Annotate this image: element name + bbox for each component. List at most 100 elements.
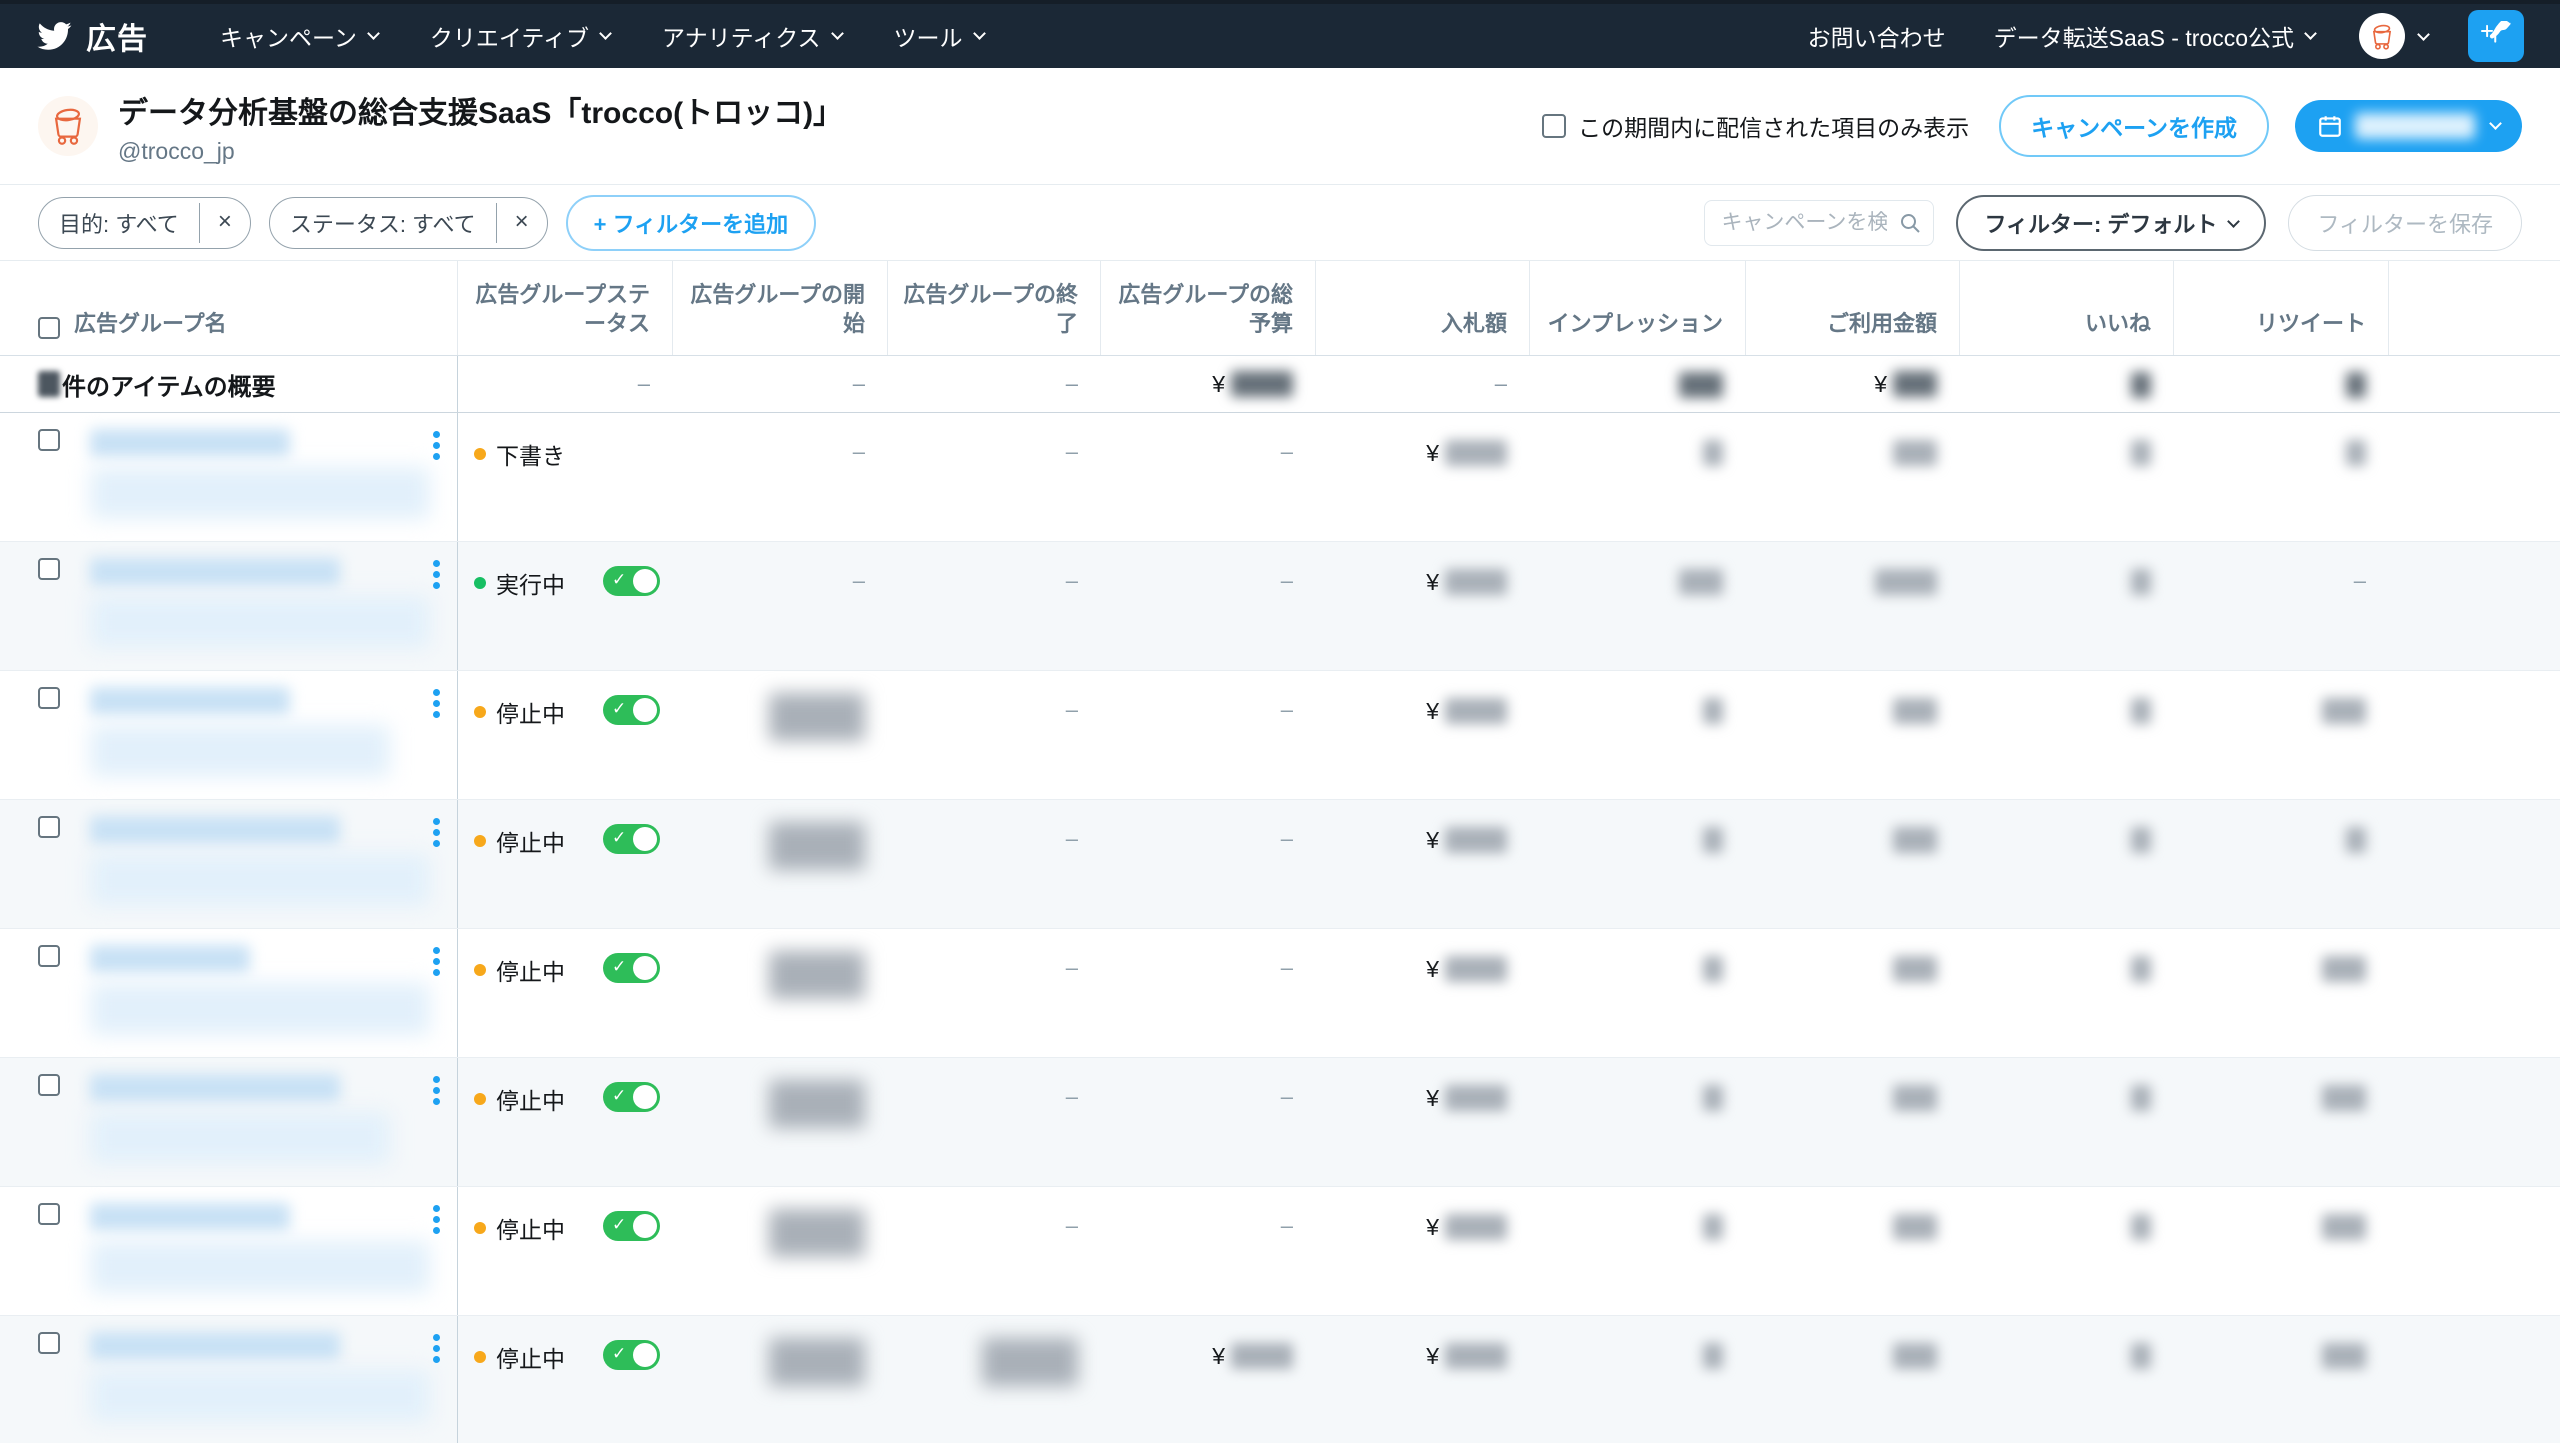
chevron-down-icon <box>973 27 986 40</box>
ad-group-name-redacted[interactable] <box>90 1203 407 1293</box>
row-checkbox[interactable] <box>38 1203 60 1225</box>
row-checkbox[interactable] <box>38 558 60 580</box>
row-checkbox[interactable] <box>38 687 60 709</box>
nav-item-label: お問い合わせ <box>1808 19 1946 53</box>
cell-name <box>0 1187 457 1315</box>
column-header-label: 広告グループステータス <box>468 280 650 339</box>
status-toggle[interactable] <box>603 1082 660 1112</box>
row-menu-button[interactable] <box>433 431 441 464</box>
column-header-end[interactable]: 広告グループの終了 <box>887 261 1100 355</box>
row-menu-button[interactable] <box>433 1205 441 1238</box>
row-menu-button[interactable] <box>433 560 441 593</box>
cell-value-start <box>769 1342 865 1386</box>
nav-item-campaigns[interactable]: キャンペーン <box>220 19 378 53</box>
account-avatar[interactable] <box>38 96 98 156</box>
column-header-status[interactable]: 広告グループステータス <box>457 261 672 355</box>
cell-value-bid: ¥ <box>1426 568 1507 596</box>
table-row: 停止中––¥ <box>0 800 2560 929</box>
cell-value-retweets <box>2346 826 2366 853</box>
row-checkbox[interactable] <box>38 1074 60 1096</box>
status-toggle[interactable] <box>603 566 660 596</box>
cell-spacer <box>2388 1316 2560 1443</box>
cell-value-amount <box>1893 1213 1937 1240</box>
cell-likes <box>1959 800 2173 928</box>
cell-value-impressions <box>1703 439 1723 466</box>
status-toggle[interactable] <box>603 1340 660 1370</box>
column-header-likes[interactable]: いいね <box>1959 261 2173 355</box>
cell-status: 下書き <box>457 413 672 541</box>
column-header-budget[interactable]: 広告グループの総予算 <box>1100 261 1315 355</box>
table-row: 停止中¥¥ <box>0 1316 2560 1443</box>
row-checkbox[interactable] <box>38 945 60 967</box>
row-menu-button[interactable] <box>433 1076 441 1109</box>
column-header-bid[interactable]: 入札額 <box>1315 261 1529 355</box>
ad-group-name-redacted[interactable] <box>90 1074 407 1164</box>
row-checkbox[interactable] <box>38 816 60 838</box>
chevron-down-icon[interactable] <box>2417 28 2430 41</box>
status-toggle[interactable] <box>603 695 660 725</box>
ad-group-name-redacted[interactable] <box>90 429 407 519</box>
ad-group-name-redacted[interactable] <box>90 687 407 777</box>
brand-label[interactable]: 広告 <box>86 14 148 58</box>
filter-chip-label[interactable]: ステータス: すべて <box>270 198 496 248</box>
ad-group-name-redacted[interactable] <box>90 945 407 1035</box>
redacted-value <box>1445 440 1507 466</box>
cell-bid: ¥ <box>1315 929 1529 1057</box>
status-dot-icon <box>474 835 486 847</box>
row-menu-button[interactable] <box>433 689 441 722</box>
nav-account-menu[interactable]: データ転送SaaS - trocco公式 <box>1994 19 2315 53</box>
twitter-bird-icon[interactable] <box>36 18 72 54</box>
create-campaign-button[interactable]: キャンペーンを作成 <box>1999 95 2269 157</box>
row-checkbox[interactable] <box>38 429 60 451</box>
cell-impressions <box>1529 1187 1745 1315</box>
status-toggle[interactable] <box>603 953 660 983</box>
delivered-only-checkbox[interactable] <box>1542 114 1566 138</box>
add-filter-button[interactable]: + フィルターを追加 <box>566 195 817 251</box>
status-toggle[interactable] <box>603 1211 660 1241</box>
status-toggle[interactable] <box>603 824 660 854</box>
filter-chip-label[interactable]: 目的: すべて <box>39 198 199 248</box>
filter-preset-button[interactable]: フィルター: デフォルト <box>1956 195 2266 251</box>
row-menu-button[interactable] <box>433 947 441 980</box>
nav-item-label: アナリティクス <box>662 19 820 53</box>
avatar[interactable] <box>2359 13 2405 59</box>
redacted-value <box>1231 371 1293 397</box>
nav-item-contact[interactable]: お問い合わせ <box>1808 19 1946 53</box>
row-menu-button[interactable] <box>433 818 441 851</box>
save-filter-button[interactable]: フィルターを保存 <box>2288 195 2522 251</box>
column-header-retweets[interactable]: リツイート <box>2173 261 2388 355</box>
ad-group-name-redacted[interactable] <box>90 816 407 906</box>
cell-bid: ¥ <box>1315 1187 1529 1315</box>
table-row: 下書き–––¥ <box>0 413 2560 542</box>
cell-value-amount <box>1893 955 1937 982</box>
column-header-impressions[interactable]: インプレッション <box>1529 261 1745 355</box>
summary-label: 件のアイテムの概要 <box>62 367 276 402</box>
nav-item-analytics[interactable]: アナリティクス <box>662 19 841 53</box>
toggle-knob <box>633 956 657 980</box>
redacted-value <box>1893 956 1937 982</box>
ad-group-name-redacted[interactable] <box>90 1332 407 1422</box>
row-menu-button[interactable] <box>433 1334 441 1367</box>
row-checkbox[interactable] <box>38 1332 60 1354</box>
select-all-checkbox[interactable] <box>38 317 60 339</box>
column-header-start[interactable]: 広告グループの開始 <box>672 261 887 355</box>
redacted-value <box>1703 1214 1723 1240</box>
cell-amount <box>1745 413 1959 541</box>
redacted-value <box>1445 698 1507 724</box>
trocco-cart-icon <box>2367 21 2397 51</box>
table-row: 停止中––¥ <box>0 1187 2560 1316</box>
redacted-value <box>2131 827 2151 853</box>
column-header-name[interactable]: 広告グループ名 <box>0 261 457 355</box>
cell-impressions <box>1529 413 1745 541</box>
kebab-dot-icon <box>433 818 440 825</box>
ad-group-name-redacted[interactable] <box>90 558 407 648</box>
status-label: 下書き <box>496 437 565 471</box>
nav-item-tools[interactable]: ツール <box>894 19 984 53</box>
column-header-amount[interactable]: ご利用金額 <box>1745 261 1959 355</box>
nav-item-creatives[interactable]: クリエイティブ <box>430 19 610 53</box>
toggle-knob <box>633 1085 657 1109</box>
date-range-button[interactable] <box>2295 100 2522 152</box>
close-icon[interactable]: × <box>199 203 250 243</box>
compose-tweet-button[interactable] <box>2468 10 2524 62</box>
close-icon[interactable]: × <box>496 203 547 243</box>
